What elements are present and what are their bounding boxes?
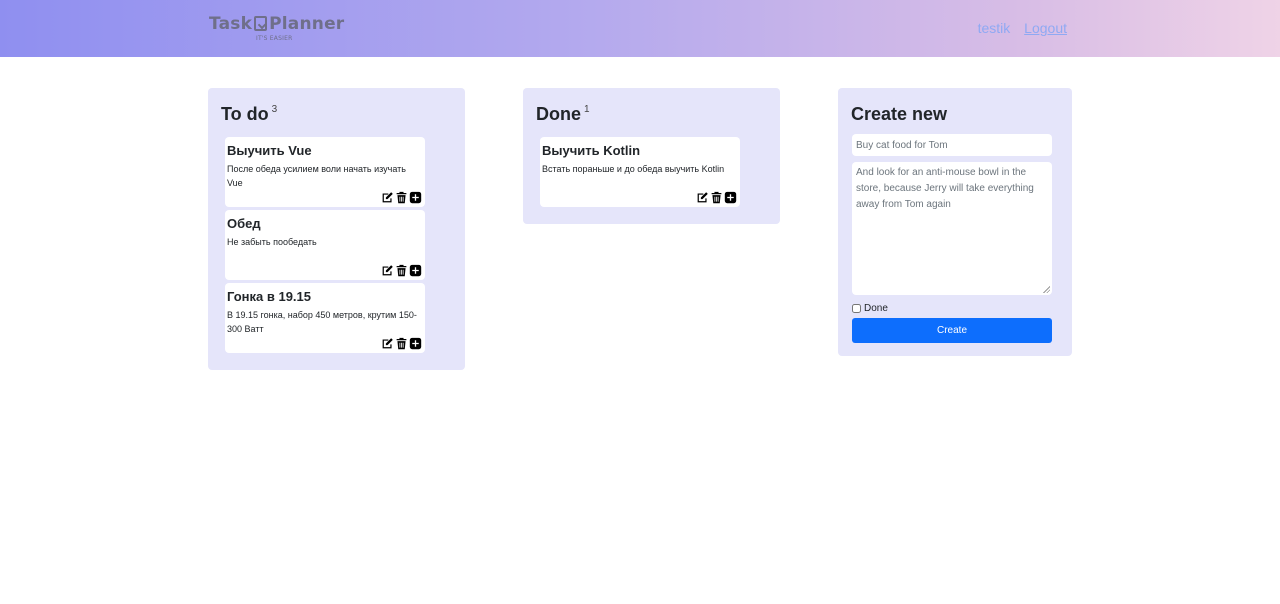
task-title: Обед (227, 216, 261, 231)
edit-icon[interactable] (381, 264, 394, 277)
create-form: Create new Done Create (838, 88, 1072, 356)
logo-tagline: IT'S EASIER (256, 35, 293, 42)
plus-icon[interactable] (409, 337, 422, 350)
task-card[interactable]: Гонка в 19.15 В 19.15 гонка, набор 450 м… (225, 283, 425, 353)
user-nav: testik Logout (978, 20, 1067, 36)
task-card[interactable]: Выучить Kotlin Встать пораньше и до обед… (540, 137, 740, 207)
logo-check-icon (254, 16, 268, 31)
plus-icon[interactable] (724, 191, 737, 204)
edit-icon[interactable] (381, 337, 394, 350)
done-checkbox[interactable] (852, 304, 861, 313)
task-title: Выучить Vue (227, 143, 312, 158)
task-actions (381, 264, 422, 277)
edit-icon[interactable] (696, 191, 709, 204)
column-count: 3 (271, 104, 278, 115)
task-description: Не забыть пообедать (227, 237, 317, 247)
task-title: Гонка в 19.15 (227, 289, 311, 304)
todo-column: To do 3 Выучить Vue После обеда усилием в… (208, 88, 465, 370)
task-actions (381, 337, 422, 350)
plus-icon[interactable] (409, 191, 422, 204)
task-title-input[interactable] (852, 134, 1052, 156)
column-title: To do 3 (221, 104, 278, 124)
trash-icon[interactable] (710, 191, 723, 204)
create-button[interactable]: Create (852, 318, 1052, 343)
logo-text: Task Planner (209, 14, 345, 34)
column-count: 1 (584, 104, 590, 115)
done-checkbox-label: Done (864, 303, 888, 314)
trash-icon[interactable] (395, 191, 408, 204)
task-card[interactable]: Выучить Vue После обеда усилием воли нач… (225, 137, 425, 207)
task-description: Встать пораньше и до обеда выучить Kotli… (542, 164, 725, 174)
resize-handle[interactable] (1043, 286, 1050, 293)
done-checkbox-row[interactable]: Done (852, 303, 888, 314)
logout-link[interactable]: Logout (1024, 20, 1067, 36)
done-column: Done 1 Выучить Kotlin Встать пораньше и д… (523, 88, 780, 224)
task-description-input[interactable] (852, 162, 1052, 295)
header: Task Planner IT'S EASIER testik Logout (0, 0, 1280, 57)
task-actions (381, 191, 422, 204)
trash-icon[interactable] (395, 264, 408, 277)
username-link[interactable]: testik (978, 20, 1011, 36)
column-title: Done 1 (536, 104, 590, 124)
task-card[interactable]: Обед Не забыть пообедать (225, 210, 425, 280)
edit-icon[interactable] (381, 191, 394, 204)
logo[interactable]: Task Planner IT'S EASIER (209, 14, 349, 46)
task-title: Выучить Kotlin (542, 143, 641, 158)
task-actions (696, 191, 737, 204)
trash-icon[interactable] (395, 337, 408, 350)
task-description: В 19.15 гонка, набор 450 метров, крутим … (227, 310, 417, 334)
task-description: После обеда усилием воли начать изучать … (227, 164, 406, 188)
form-title: Create new (851, 104, 948, 124)
plus-icon[interactable] (409, 264, 422, 277)
